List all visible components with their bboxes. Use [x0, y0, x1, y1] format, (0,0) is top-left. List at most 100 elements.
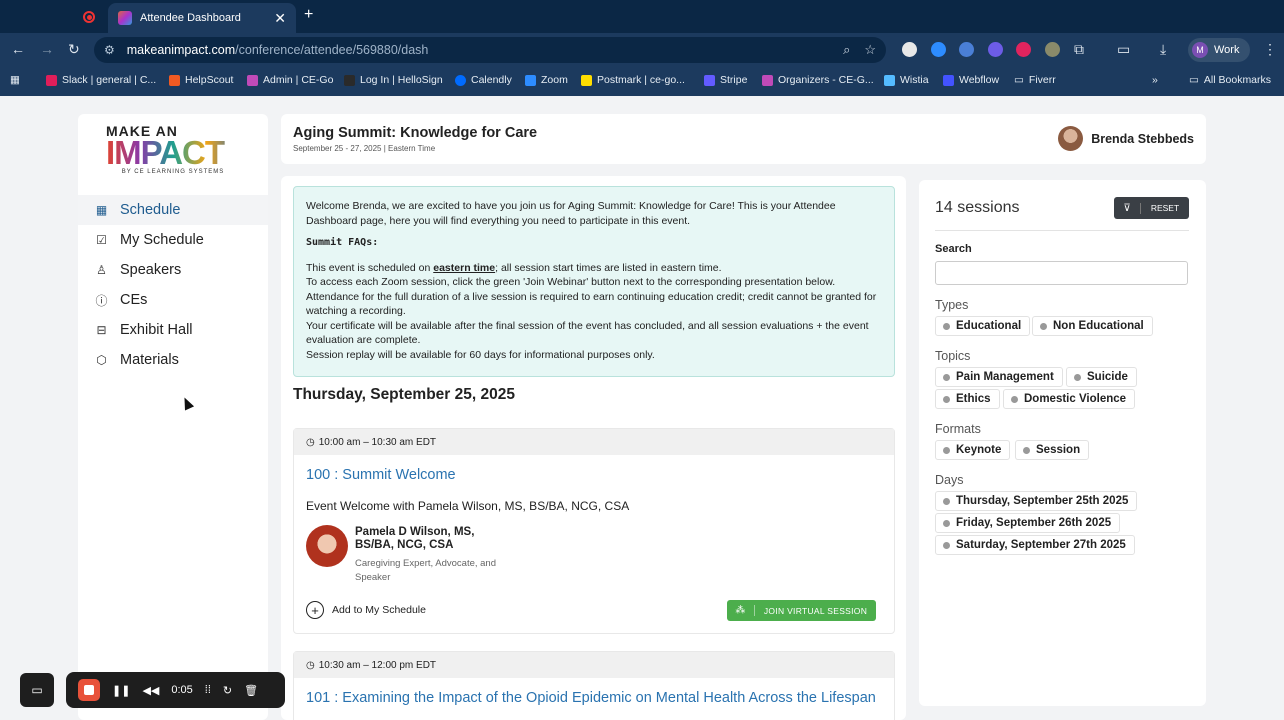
grid-icon[interactable]: ⁞⁞ — [205, 684, 211, 696]
plus-circle-icon: + — [306, 601, 324, 619]
day-heading: Thursday, September 25, 2025 — [293, 386, 515, 403]
extension-icon[interactable] — [959, 42, 974, 57]
trash-icon[interactable]: 🗑 — [244, 684, 258, 697]
back-icon[interactable]: ← — [11, 41, 25, 57]
filter-chip-educational[interactable]: Educational — [935, 316, 1031, 336]
all-bookmarks[interactable]: ▭ All Bookmarks — [1189, 74, 1271, 86]
bookmark-item[interactable]: Admin | CE-Go — [247, 74, 333, 86]
stop-recording-button[interactable] — [78, 679, 100, 701]
nav-exhibit-hall[interactable]: ⊟ Exhibit Hall — [78, 315, 268, 345]
filter-chip-keynote[interactable]: Keynote — [935, 440, 1011, 460]
forward-icon[interactable]: → — [40, 41, 54, 57]
ce-go-icon — [247, 74, 258, 86]
nav-my-schedule[interactable]: ☑ My Schedule — [78, 225, 268, 255]
reload-icon[interactable]: ↻ — [68, 41, 80, 58]
filter-chip-day-saturday[interactable]: Saturday, September 27th 2025 — [935, 535, 1135, 555]
extension-icon[interactable] — [1045, 42, 1060, 57]
reset-filters-button[interactable]: ⊽ RESET — [1114, 197, 1189, 219]
zoom-icon[interactable]: ⌕ — [843, 42, 850, 58]
session-card: ◷ 10:00 am – 10:30 am EDT 100 : Summit We… — [293, 428, 895, 634]
new-tab-icon[interactable]: + — [304, 6, 313, 24]
add-to-my-schedule-button[interactable]: + Add to My Schedule — [306, 601, 426, 619]
user-name: Brenda Stebbeds — [1091, 131, 1194, 146]
restart-icon[interactable]: ↻ — [223, 684, 232, 697]
bookmark-item[interactable]: Log In | HelloSign — [344, 74, 443, 86]
bookmark-star-icon[interactable]: ☆ — [864, 42, 876, 58]
extension-icon[interactable] — [902, 42, 917, 57]
extension-icon[interactable] — [1016, 42, 1031, 57]
rewind-icon[interactable]: ◀◀ — [142, 684, 159, 697]
recording-tab-icon[interactable] — [78, 8, 100, 26]
welcome-message: Welcome Brenda, we are excited to have y… — [293, 186, 895, 377]
session-title-link[interactable]: 101 : Examining the Impact of the Opioid… — [306, 690, 876, 706]
types-label: Types — [935, 298, 969, 312]
make-an-impact-logo[interactable]: MAKE AN IMPACT BY CE LEARNING SYSTEMS — [106, 124, 240, 184]
menu-kebab-icon[interactable]: ⋮ — [1263, 41, 1277, 58]
bookmark-folder[interactable]: ▭ Fiverr — [1014, 74, 1056, 86]
helpscout-icon — [169, 74, 180, 86]
bookmark-item[interactable]: Zoom — [525, 74, 568, 86]
dot-icon — [1023, 446, 1030, 454]
browser-tab-bar: Attendee Dashboard ✕ + — [0, 0, 1284, 33]
address-bar[interactable]: ⚙ makeanimpact.com/conference/attendee/5… — [94, 37, 886, 63]
bookmark-item[interactable]: Postmark | ce-go... — [581, 74, 685, 86]
download-icon[interactable]: ⤓ — [1160, 41, 1166, 58]
nav-speakers[interactable]: ♙ Speakers — [78, 255, 268, 285]
speaker-avatar[interactable] — [306, 525, 348, 567]
event-header: Aging Summit: Knowledge for Care Septemb… — [281, 114, 1206, 164]
filter-chip-ethics[interactable]: Ethics — [935, 389, 1000, 409]
profile-label: Work — [1214, 44, 1240, 56]
filter-chip-day-friday[interactable]: Friday, September 26th 2025 — [935, 513, 1121, 533]
person-icon: ♙ — [96, 263, 107, 277]
filter-chip-suicide[interactable]: Suicide — [1066, 367, 1137, 387]
nav-ces[interactable]: ⓘ CEs — [78, 285, 268, 315]
zoom-extension-icon[interactable] — [931, 42, 946, 57]
user-menu[interactable]: Brenda Stebbeds — [1058, 126, 1194, 151]
dot-icon — [943, 519, 950, 527]
bookmark-item[interactable]: Calendly — [455, 74, 512, 86]
filter-chip-day-thursday[interactable]: Thursday, September 25th 2025 — [935, 491, 1138, 511]
speaker-name[interactable]: Pamela D Wilson, MS, BS/BA, NCG, CSA — [355, 526, 505, 551]
apps-grid-icon[interactable]: ▦ — [10, 74, 20, 86]
folder-icon: ▭ — [1014, 74, 1024, 86]
bookmark-item[interactable]: Slack | general | C... — [46, 74, 156, 86]
stripe-icon — [704, 74, 715, 86]
filter-chip-session[interactable]: Session — [1015, 440, 1090, 460]
filter-chip-pain-management[interactable]: Pain Management — [935, 367, 1063, 387]
days-label: Days — [935, 473, 964, 487]
faq-heading: Summit FAQs: — [306, 237, 379, 248]
pause-icon[interactable]: ❚❚ — [112, 684, 130, 697]
bookmark-item[interactable]: Wistia — [884, 74, 929, 86]
info-icon: ⓘ — [95, 293, 108, 308]
clock-icon: ◷ — [306, 436, 315, 448]
more-bookmarks-icon[interactable]: » — [1152, 74, 1158, 86]
nav-materials[interactable]: ⬡ Materials — [78, 345, 268, 375]
site-info-icon[interactable]: ⚙ — [104, 43, 115, 57]
profile-avatar: M — [1192, 42, 1208, 58]
filter-chip-non-educational[interactable]: Non Educational — [1032, 316, 1153, 336]
bookmark-item[interactable]: Webflow — [943, 74, 999, 86]
dot-icon — [1040, 322, 1047, 330]
profile-button[interactable]: M Work — [1188, 38, 1250, 62]
camera-icon: ▭ — [31, 683, 43, 697]
nav-schedule[interactable]: ▦ Schedule — [78, 195, 268, 225]
camera-toggle-button[interactable]: ▭ — [20, 673, 54, 707]
close-tab-icon[interactable]: ✕ — [274, 10, 286, 27]
session-time: ◷ 10:30 am – 12:00 pm EDT — [294, 652, 894, 678]
extensions-puzzle-icon[interactable]: ⧉ — [1074, 41, 1084, 58]
bookmark-item[interactable]: Organizers - CE-G... — [762, 74, 874, 86]
session-title-link[interactable]: 100 : Summit Welcome — [306, 467, 456, 483]
browser-toolbar: ← → ↻ ⚙ makeanimpact.com/conference/atte… — [0, 33, 1284, 67]
filter-chip-domestic-violence[interactable]: Domestic Violence — [1003, 389, 1136, 409]
bookmark-item[interactable]: HelpScout — [169, 74, 233, 86]
extension-icon[interactable] — [988, 42, 1003, 57]
recording-controls: ❚❚ ◀◀ 0:05 ⁞⁞ ↻ 🗑 — [66, 672, 285, 708]
site-favicon-icon — [118, 11, 132, 25]
cast-icon[interactable]: ▭ — [1117, 41, 1130, 58]
search-input[interactable] — [935, 261, 1188, 285]
dot-icon — [943, 541, 950, 549]
eastern-time-link: eastern time — [433, 261, 496, 274]
join-virtual-session-button[interactable]: ⁂ JOIN VIRTUAL SESSION — [727, 600, 876, 621]
bookmark-item[interactable]: Stripe — [704, 74, 747, 86]
tab-attendee-dashboard[interactable]: Attendee Dashboard ✕ — [108, 3, 296, 33]
